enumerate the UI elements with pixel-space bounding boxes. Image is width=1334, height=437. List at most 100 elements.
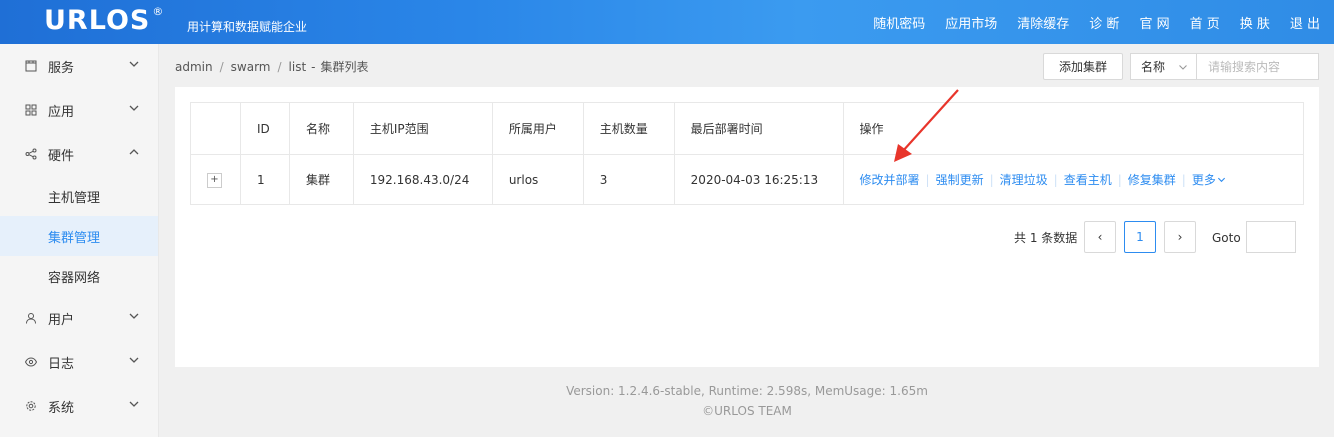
breadcrumb-current: 集群列表 bbox=[320, 60, 369, 74]
sidebar-item-hardware[interactable]: 硬件 bbox=[0, 132, 158, 176]
slogan: 用计算和数据赋能企业 bbox=[187, 20, 308, 34]
eye-icon bbox=[24, 355, 38, 369]
sidebar-item-system[interactable]: 系统 bbox=[0, 384, 158, 428]
select-value: 名称 bbox=[1141, 60, 1166, 74]
hardware-icon bbox=[24, 147, 38, 161]
next-page-button[interactable]: › bbox=[1164, 221, 1196, 253]
pagination: 共 1 条数据 ‹ 1 › Goto bbox=[175, 221, 1319, 253]
breadcrumb-list[interactable]: list bbox=[289, 60, 307, 74]
sidebar-item-label: 硬件 bbox=[48, 148, 75, 164]
service-icon bbox=[24, 59, 38, 73]
sidebar-item-container-network[interactable]: 容器网络 bbox=[0, 256, 158, 296]
cell-owner: urlos bbox=[491, 154, 584, 205]
col-expand bbox=[190, 102, 241, 155]
nav-random-password[interactable]: 随机密码 bbox=[873, 13, 925, 32]
breadcrumb-swarm[interactable]: swarm bbox=[231, 60, 271, 74]
sidebar-item-host-manage[interactable]: 主机管理 bbox=[0, 176, 158, 216]
add-cluster-button[interactable]: 添加集群 bbox=[1043, 53, 1123, 80]
page-1-button[interactable]: 1 bbox=[1124, 221, 1156, 253]
repair-cluster-link[interactable]: 修复集群 bbox=[1128, 173, 1176, 187]
action-divider: | bbox=[1181, 173, 1186, 187]
cell-expand: + bbox=[190, 154, 241, 205]
cell-ip-range: 192.168.43.0/24 bbox=[352, 154, 493, 205]
sidebar-item-label: 应用 bbox=[48, 104, 75, 120]
col-name: 名称 bbox=[288, 102, 354, 155]
sidebar-item-service[interactable]: 服务 bbox=[0, 44, 158, 88]
sidebar-item-users[interactable]: 用户 bbox=[0, 296, 158, 340]
action-divider: | bbox=[1117, 173, 1122, 187]
col-ip-range: 主机IP范围 bbox=[352, 102, 493, 155]
table-row: + 1 集群 192.168.43.0/24 urlos 3 2020-04-0… bbox=[190, 154, 1305, 205]
copyright: ©URLOS TEAM bbox=[702, 404, 792, 418]
logo-text: URLOS bbox=[44, 5, 151, 36]
col-last-deploy: 最后部署时间 bbox=[673, 102, 844, 155]
chevron-down-icon bbox=[129, 401, 139, 407]
sidebar-item-label: 服务 bbox=[48, 60, 75, 76]
chevron-up-icon bbox=[129, 149, 139, 155]
more-label: 更多 bbox=[1191, 173, 1216, 187]
goto-label: Goto bbox=[1212, 231, 1241, 245]
expand-row-button[interactable]: + bbox=[207, 173, 222, 188]
search-field-select[interactable]: 名称 bbox=[1130, 53, 1197, 80]
total-count: 共 1 条数据 bbox=[1014, 231, 1078, 245]
gear-icon bbox=[24, 399, 38, 413]
nav-clear-cache[interactable]: 清除缓存 bbox=[1017, 13, 1069, 32]
breadcrumb-dash: - bbox=[311, 60, 316, 74]
clean-garbage-link[interactable]: 清理垃圾 bbox=[1000, 173, 1048, 187]
cell-last-deploy: 2020-04-03 16:25:13 bbox=[673, 154, 844, 205]
nav-home[interactable]: 首 页 bbox=[1190, 13, 1220, 32]
cell-actions: 修改并部署 | 强制更新 | 清理垃圾 | 查看主机 | 修复集群 | 更多 bbox=[842, 154, 1305, 205]
view-hosts-link[interactable]: 查看主机 bbox=[1064, 173, 1112, 187]
cell-id: 1 bbox=[239, 154, 290, 205]
cluster-table: ID 名称 主机IP范围 所属用户 主机数量 最后部署时间 操作 + 1 集群 … bbox=[190, 102, 1305, 205]
chevron-down-icon bbox=[129, 105, 139, 111]
sidebar-item-label: 主机管理 bbox=[48, 190, 101, 206]
sidebar-item-apps[interactable]: 应用 bbox=[0, 88, 158, 132]
goto-page-input[interactable] bbox=[1246, 221, 1296, 253]
chevron-down-icon bbox=[129, 313, 139, 319]
sidebar-item-label: 集群管理 bbox=[48, 230, 101, 246]
more-dropdown[interactable]: 更多 bbox=[1192, 173, 1226, 187]
col-owner: 所属用户 bbox=[491, 102, 584, 155]
sidebar-item-label: 容器网络 bbox=[48, 270, 101, 286]
sidebar-item-cluster-manage[interactable]: 集群管理 bbox=[0, 216, 158, 256]
chevron-down-icon bbox=[1179, 65, 1187, 70]
sidebar-item-label: 用户 bbox=[48, 312, 75, 328]
action-divider: | bbox=[925, 173, 930, 187]
chevron-down-icon bbox=[1217, 177, 1225, 183]
breadcrumb-separator: / bbox=[219, 60, 224, 74]
top-nav: 随机密码 应用市场 清除缓存 诊 断 官 网 首 页 换 肤 退 出 bbox=[853, 0, 1320, 44]
breadcrumb-separator: / bbox=[277, 60, 282, 74]
logo[interactable]: URLOS ® bbox=[44, 5, 164, 36]
registered-mark: ® bbox=[152, 5, 165, 18]
sidebar: 服务 应用 硬件 主机管理 集群管理 容器网络 用户 日志 系统 bbox=[0, 44, 159, 437]
nav-skin[interactable]: 换 肤 bbox=[1240, 13, 1270, 32]
chevron-down-icon bbox=[129, 357, 139, 363]
action-divider: | bbox=[989, 173, 994, 187]
breadcrumb: admin / swarm / list - 集群列表 bbox=[175, 58, 369, 75]
force-update-link[interactable]: 强制更新 bbox=[936, 173, 984, 187]
nav-official-site[interactable]: 官 网 bbox=[1139, 13, 1169, 32]
col-id: ID bbox=[239, 102, 290, 155]
breadcrumb-admin[interactable]: admin bbox=[175, 60, 213, 74]
sidebar-item-logs[interactable]: 日志 bbox=[0, 340, 158, 384]
action-divider: | bbox=[1053, 173, 1058, 187]
search-input[interactable] bbox=[1196, 53, 1319, 80]
col-host-count: 主机数量 bbox=[582, 102, 675, 155]
nav-diagnose[interactable]: 诊 断 bbox=[1089, 13, 1119, 32]
content-panel: ID 名称 主机IP范围 所属用户 主机数量 最后部署时间 操作 + 1 集群 … bbox=[175, 87, 1319, 367]
version-info: Version: 1.2.4.6-stable, Runtime: 2.598s… bbox=[566, 384, 928, 398]
nav-logout[interactable]: 退 出 bbox=[1290, 13, 1320, 32]
cell-host-count: 3 bbox=[582, 154, 675, 205]
prev-page-button[interactable]: ‹ bbox=[1084, 221, 1116, 253]
nav-app-market[interactable]: 应用市场 bbox=[945, 13, 997, 32]
cell-name: 集群 bbox=[288, 154, 354, 205]
table-header-row: ID 名称 主机IP范围 所属用户 主机数量 最后部署时间 操作 bbox=[190, 102, 1305, 155]
chevron-down-icon bbox=[129, 61, 139, 67]
apps-icon bbox=[24, 103, 38, 117]
user-icon bbox=[24, 311, 38, 325]
col-actions: 操作 bbox=[842, 102, 1305, 155]
top-header: URLOS ® 用计算和数据赋能企业 随机密码 应用市场 清除缓存 诊 断 官 网… bbox=[0, 0, 1334, 44]
modify-deploy-link[interactable]: 修改并部署 bbox=[860, 173, 920, 187]
sidebar-item-label: 系统 bbox=[48, 400, 75, 416]
